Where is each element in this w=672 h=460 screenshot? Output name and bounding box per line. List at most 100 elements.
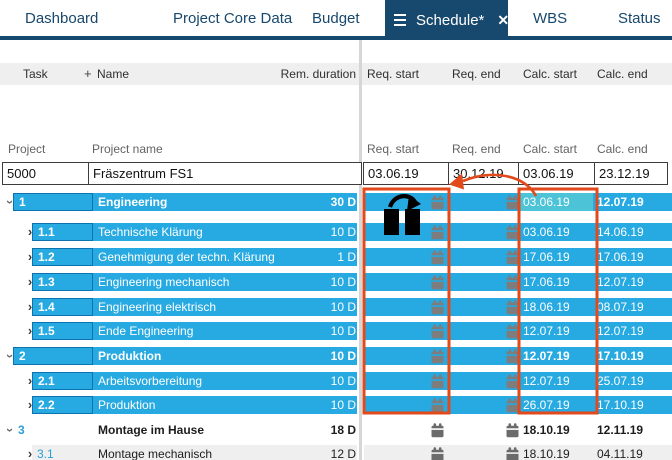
remaining-duration[interactable]: 18 D xyxy=(280,421,356,439)
tab-budget[interactable]: Budget xyxy=(312,0,360,36)
remaining-duration[interactable]: 10 D xyxy=(280,273,356,291)
req-end-calendar-icon[interactable] xyxy=(506,447,519,460)
remaining-duration[interactable]: 10 D xyxy=(280,396,356,414)
close-tab-icon[interactable]: ✕ xyxy=(497,12,509,29)
remaining-duration[interactable]: 10 D xyxy=(280,372,356,390)
task-row-1.2[interactable]: ›1.2Genehmigung der techn. Klärung1 D17.… xyxy=(0,248,672,266)
task-number-cell[interactable]: 1.2 xyxy=(32,248,93,266)
column-header-req-start[interactable]: Req. start xyxy=(367,63,419,85)
calc-end-date[interactable]: 17.10.19 xyxy=(597,396,644,414)
req-start-calendar-icon[interactable] xyxy=(431,398,444,413)
menu-icon[interactable] xyxy=(394,14,406,27)
project-id-cell[interactable]: 5000 xyxy=(2,162,89,185)
req-end-calendar-icon[interactable] xyxy=(506,374,519,389)
tab-status[interactable]: Status xyxy=(618,0,661,36)
column-header-calc-start[interactable]: Calc. start xyxy=(523,63,577,85)
task-name[interactable]: Engineering mechanisch xyxy=(98,273,229,291)
project-calc-end-cell[interactable]: 23.12.19 xyxy=(594,162,668,185)
project-calc-start-cell[interactable]: 03.06.19 xyxy=(518,162,595,185)
task-number-cell[interactable]: 1.1 xyxy=(32,223,93,241)
task-number-cell[interactable]: 3 xyxy=(13,421,93,439)
task-number-cell[interactable]: 1 xyxy=(13,193,93,211)
remaining-duration[interactable]: 1 D xyxy=(280,248,356,266)
req-start-calendar-icon[interactable] xyxy=(431,300,444,315)
req-end-calendar-icon[interactable] xyxy=(506,195,519,210)
task-row-1.1[interactable]: ›1.1Technische Klärung10 D03.06.1914.06.… xyxy=(0,223,672,241)
calc-start-date[interactable]: 18.10.19 xyxy=(523,445,570,460)
remaining-duration[interactable]: 10 D xyxy=(280,322,356,340)
req-end-calendar-icon[interactable] xyxy=(506,423,519,438)
task-name[interactable]: Technische Klärung xyxy=(98,223,203,241)
task-name[interactable]: Montage mechanisch xyxy=(98,445,212,460)
req-start-calendar-icon[interactable] xyxy=(431,250,444,265)
task-row-1.5[interactable]: ›1.5Ende Engineering10 D12.07.1912.07.19 xyxy=(0,322,672,340)
task-name[interactable]: Arbeitsvorbereitung xyxy=(98,372,202,390)
calc-end-date[interactable]: 12.07.19 xyxy=(597,273,644,291)
task-name[interactable]: Produktion xyxy=(98,347,161,365)
task-name[interactable]: Engineering elektrisch xyxy=(98,298,216,316)
task-name[interactable]: Produktion xyxy=(98,396,155,414)
task-number-cell[interactable]: 2 xyxy=(13,347,93,365)
column-header-rem-duration[interactable]: Rem. duration xyxy=(260,63,356,85)
req-end-calendar-icon[interactable] xyxy=(506,349,519,364)
task-row-1.4[interactable]: ›1.4Engineering elektrisch10 D18.06.1908… xyxy=(0,298,672,316)
project-req-start-cell[interactable]: 03.06.19 xyxy=(363,162,449,185)
task-row-1[interactable]: ›1Engineering30 D03.06.1912.07.19 xyxy=(0,193,672,211)
calc-end-date[interactable]: 08.07.19 xyxy=(597,298,644,316)
calc-start-date[interactable]: 03.06.19 xyxy=(523,223,570,241)
remaining-duration[interactable]: 10 D xyxy=(280,298,356,316)
task-row-3[interactable]: ›3Montage im Hause18 D18.10.1912.11.19 xyxy=(0,421,672,439)
add-column-icon[interactable]: + xyxy=(84,63,92,85)
task-number-cell[interactable]: 3.1 xyxy=(32,445,93,460)
req-start-calendar-icon[interactable] xyxy=(431,447,444,460)
tab-project-core-data[interactable]: Project Core Data xyxy=(173,0,292,36)
remaining-duration[interactable]: 10 D xyxy=(280,223,356,241)
tab-wbs[interactable]: WBS xyxy=(533,0,567,36)
task-name[interactable]: Ende Engineering xyxy=(98,322,193,340)
column-header-task[interactable]: Task xyxy=(23,63,48,85)
remaining-duration[interactable]: 10 D xyxy=(280,347,356,365)
calc-start-date[interactable]: 18.10.19 xyxy=(523,421,570,439)
calc-end-date[interactable]: 12.07.19 xyxy=(597,193,644,211)
calc-end-date[interactable]: 12.11.19 xyxy=(597,421,643,439)
column-header-calc-end[interactable]: Calc. end xyxy=(597,63,648,85)
req-start-calendar-icon[interactable] xyxy=(431,275,444,290)
task-row-2.2[interactable]: ›2.2Produktion10 D26.07.1917.10.19 xyxy=(0,396,672,414)
task-number-cell[interactable]: 1.4 xyxy=(32,298,93,316)
column-header-name[interactable]: Name xyxy=(97,63,129,85)
req-start-calendar-icon[interactable] xyxy=(431,374,444,389)
calc-end-date[interactable]: 17.10.19 xyxy=(597,347,644,365)
column-header-req-end[interactable]: Req. end xyxy=(452,63,501,85)
req-start-calendar-icon[interactable] xyxy=(431,349,444,364)
req-end-calendar-icon[interactable] xyxy=(506,324,519,339)
tab-dashboard[interactable]: Dashboard xyxy=(25,0,98,36)
req-start-calendar-icon[interactable] xyxy=(431,195,444,210)
task-row-2[interactable]: ›2Produktion10 D12.07.1917.10.19 xyxy=(0,347,672,365)
task-number-cell[interactable]: 2.2 xyxy=(32,396,93,414)
task-row-2.1[interactable]: ›2.1Arbeitsvorbereitung10 D12.07.1925.07… xyxy=(0,372,672,390)
calc-start-date[interactable]: 17.06.19 xyxy=(523,248,570,266)
calc-end-date[interactable]: 12.07.19 xyxy=(597,322,644,340)
req-start-calendar-icon[interactable] xyxy=(431,423,444,438)
task-row-3.1[interactable]: ›3.1Montage mechanisch12 D18.10.1904.11.… xyxy=(0,445,672,460)
calc-start-date[interactable]: 12.07.19 xyxy=(523,372,570,390)
task-number-cell[interactable]: 1.3 xyxy=(32,273,93,291)
task-row-1.3[interactable]: ›1.3Engineering mechanisch10 D17.06.1912… xyxy=(0,273,672,291)
calc-end-date[interactable]: 14.06.19 xyxy=(597,223,644,241)
calc-end-date[interactable]: 25.07.19 xyxy=(597,372,644,390)
calc-start-date[interactable]: 12.07.19 xyxy=(523,322,570,340)
calc-start-date[interactable]: 17.06.19 xyxy=(523,273,570,291)
calc-start-date[interactable]: 18.06.19 xyxy=(523,298,570,316)
remaining-duration[interactable]: 30 D xyxy=(280,193,356,211)
calc-end-date[interactable]: 17.06.19 xyxy=(597,248,644,266)
task-number-cell[interactable]: 1.5 xyxy=(32,322,93,340)
project-name-cell[interactable]: Fräszentrum FS1 xyxy=(88,162,362,185)
calc-start-date[interactable]: 03.06.19 xyxy=(523,193,570,211)
req-end-calendar-icon[interactable] xyxy=(506,225,519,240)
calc-start-date[interactable]: 26.07.19 xyxy=(523,396,570,414)
req-end-calendar-icon[interactable] xyxy=(506,275,519,290)
remaining-duration[interactable]: 12 D xyxy=(280,445,356,460)
req-start-calendar-icon[interactable] xyxy=(431,324,444,339)
tab-schedule-active[interactable]: Schedule* ✕ xyxy=(385,0,508,40)
calc-end-date[interactable]: 04.11.19 xyxy=(597,445,643,460)
